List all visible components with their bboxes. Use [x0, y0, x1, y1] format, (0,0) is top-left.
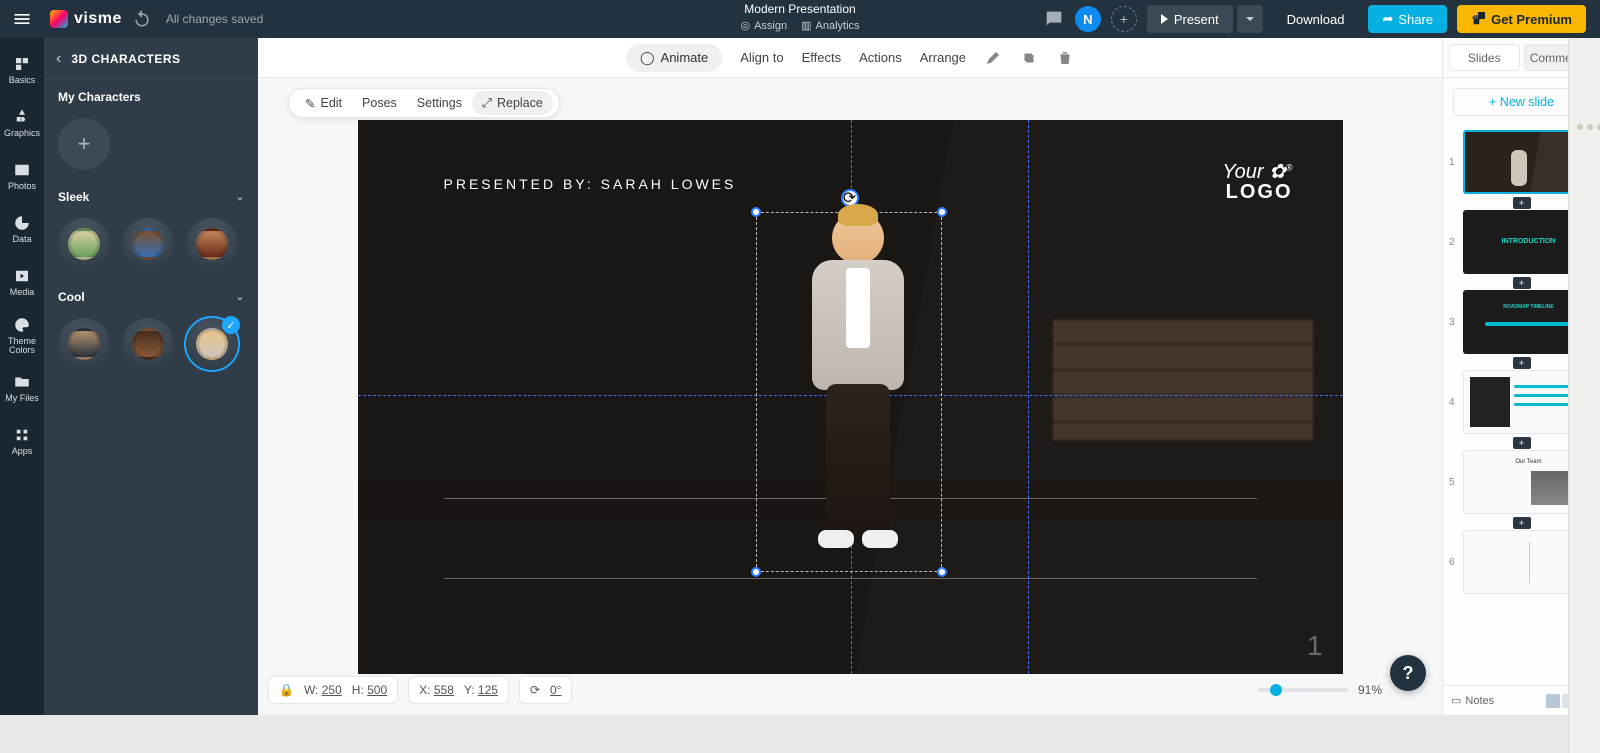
nav-apps[interactable]: Apps — [0, 415, 44, 467]
my-characters-header: My Characters — [58, 90, 244, 104]
share-button[interactable]: ➦ Share — [1368, 5, 1447, 33]
help-button[interactable]: ? — [1390, 655, 1426, 691]
back-button[interactable]: ‹ — [56, 50, 61, 68]
page-number: 1 — [1307, 630, 1323, 662]
canvas-area[interactable]: ✎ Edit Poses Settings ⤢ Replace PRESENTE… — [258, 78, 1442, 715]
premium-button[interactable]: Get Premium — [1457, 5, 1586, 33]
analytics-button[interactable]: ▥ Analytics — [801, 19, 859, 32]
actions-button[interactable]: Actions — [859, 50, 902, 65]
zoom-slider[interactable] — [1258, 688, 1348, 692]
insert-slide-button[interactable]: + — [1513, 197, 1531, 209]
character-cool-3-selected[interactable] — [186, 318, 238, 370]
rotation-readout[interactable]: ⟳ 0° — [519, 676, 573, 704]
resize-handle-ne[interactable] — [937, 207, 947, 217]
zoom-control[interactable]: 91% — [1258, 683, 1382, 697]
settings-button[interactable]: Settings — [407, 96, 472, 110]
character-sleek-1[interactable] — [58, 218, 110, 270]
insert-slide-button[interactable]: + — [1513, 517, 1531, 529]
position-readout[interactable]: X: 558 Y: 125 — [408, 676, 509, 704]
bg-books — [1053, 320, 1313, 440]
logo-placeholder[interactable]: Your ✿® LOGO — [1222, 162, 1292, 202]
poses-button[interactable]: Poses — [352, 96, 407, 110]
status-bar: 🔒 W: 250 H: 500 X: 558 Y: 125 ⟳ 0° 91% — [268, 673, 1442, 707]
character-figure[interactable] — [798, 212, 918, 562]
effects-button[interactable]: Effects — [802, 50, 842, 65]
insert-slide-button[interactable]: + — [1513, 357, 1531, 369]
brand[interactable]: visme — [44, 10, 122, 28]
arrange-button[interactable]: Arrange — [920, 50, 966, 65]
menu-button[interactable] — [0, 0, 44, 38]
assign-button[interactable]: ◎ Assign — [740, 19, 787, 32]
insert-slide-button[interactable]: + — [1513, 437, 1531, 449]
nav-basics[interactable]: Basics — [0, 44, 44, 96]
insert-slide-button[interactable]: + — [1513, 277, 1531, 289]
panel-title: 3D CHARACTERS — [71, 52, 180, 66]
comments-icon[interactable] — [1043, 8, 1065, 30]
side-panel: ‹ 3D CHARACTERS My Characters + Sleek⌄ C… — [44, 38, 258, 715]
nav-photos[interactable]: Photos — [0, 150, 44, 202]
character-sleek-3[interactable] — [186, 218, 238, 270]
add-character-button[interactable]: + — [58, 118, 110, 170]
trash-icon[interactable] — [1056, 49, 1074, 67]
zoom-knob[interactable] — [1270, 684, 1282, 696]
user-avatar[interactable]: N — [1075, 6, 1101, 32]
doc-title[interactable]: Modern Presentation — [740, 2, 859, 16]
align-button[interactable]: Align to — [740, 50, 783, 65]
undo-button[interactable] — [132, 9, 152, 29]
workspace: ◯Animate Align to Effects Actions Arrang… — [258, 38, 1442, 715]
group-sleek-header[interactable]: Sleek⌄ — [58, 190, 244, 204]
view-grid-button[interactable] — [1546, 694, 1560, 708]
tab-slides[interactable]: Slides — [1449, 44, 1520, 71]
nav-data[interactable]: Data — [0, 203, 44, 255]
doc-info: Modern Presentation ◎ Assign ▥ Analytics — [740, 2, 859, 32]
lock-icon[interactable]: 🔒 — [279, 683, 294, 697]
save-status: All changes saved — [166, 12, 263, 26]
nav-graphics[interactable]: Graphics — [0, 97, 44, 149]
edit-button[interactable]: ✎ Edit — [295, 96, 352, 111]
size-readout[interactable]: 🔒 W: 250 H: 500 — [268, 676, 398, 704]
character-toolbar: ✎ Edit Poses Settings ⤢ Replace — [288, 88, 560, 118]
add-collaborator-button[interactable]: + — [1111, 6, 1137, 32]
present-dropdown[interactable] — [1237, 5, 1263, 33]
brand-name: visme — [74, 10, 122, 28]
rotate-icon: ⟳ — [530, 683, 540, 697]
brand-logo-icon — [50, 10, 68, 28]
animate-button[interactable]: ◯Animate — [626, 44, 722, 72]
resize-handle-nw[interactable] — [751, 207, 761, 217]
download-button[interactable]: Download — [1273, 5, 1359, 33]
animate-icon: ◯ — [640, 50, 655, 66]
left-iconbar: Basics Graphics Photos Data Media Theme … — [0, 38, 44, 715]
chevron-down-icon — [1245, 14, 1255, 24]
slide-canvas[interactable]: PRESENTED BY: SARAH LOWES Your ✿® LOGO 1 — [358, 120, 1343, 674]
group-cool-header[interactable]: Cool⌄ — [58, 290, 244, 304]
resize-handle-sw[interactable] — [751, 567, 761, 577]
duplicate-icon[interactable] — [1020, 49, 1038, 67]
chevron-down-icon: ⌄ — [236, 292, 244, 303]
topbar: visme All changes saved Modern Presentat… — [0, 0, 1600, 38]
crown-icon — [1471, 12, 1485, 26]
hamburger-icon — [12, 9, 32, 29]
alignment-guide — [1028, 120, 1029, 674]
nav-theme-colors[interactable]: Theme Colors — [0, 309, 44, 361]
zoom-value: 91% — [1358, 683, 1382, 697]
nav-my-files[interactable]: My Files — [0, 362, 44, 414]
resize-handle-se[interactable] — [937, 567, 947, 577]
object-toolbar: ◯Animate Align to Effects Actions Arrang… — [258, 38, 1442, 78]
present-button[interactable]: Present — [1147, 5, 1233, 33]
adjacent-window-stub — [1568, 38, 1600, 753]
character-sleek-2[interactable] — [122, 218, 174, 270]
brush-icon[interactable] — [984, 49, 1002, 67]
character-cool-2[interactable] — [122, 318, 174, 370]
replace-button[interactable]: ⤢ Replace — [472, 91, 553, 115]
nav-media[interactable]: Media — [0, 256, 44, 308]
character-cool-1[interactable] — [58, 318, 110, 370]
presented-by-text[interactable]: PRESENTED BY: SARAH LOWES — [444, 176, 737, 192]
notes-button[interactable]: ▭ Notes — [1451, 694, 1494, 707]
chevron-down-icon: ⌄ — [236, 192, 244, 203]
